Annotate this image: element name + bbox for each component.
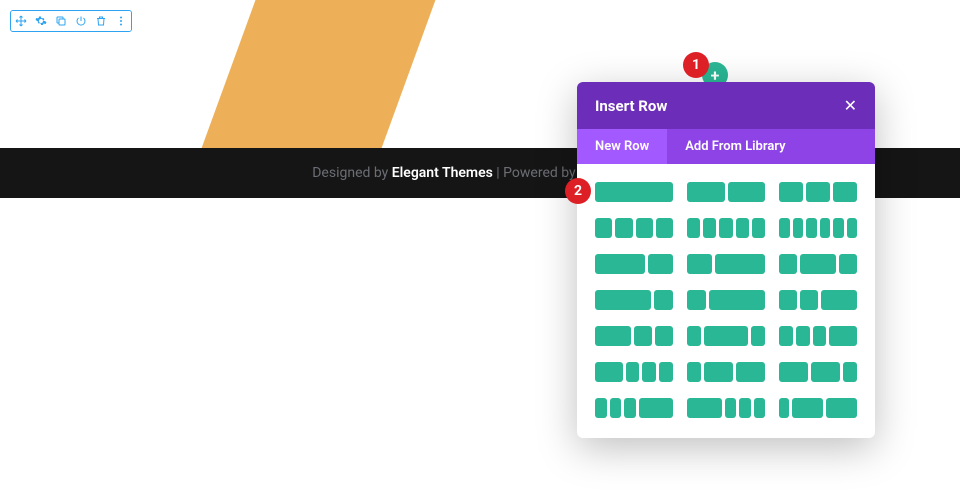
layout-option-2[interactable] bbox=[687, 182, 765, 202]
layout-option-8[interactable] bbox=[687, 254, 765, 274]
layout-option-20[interactable] bbox=[687, 398, 765, 418]
layout-option-17[interactable] bbox=[687, 362, 765, 382]
insert-row-popup: Insert Row ✕ New Row Add From Library bbox=[577, 82, 875, 438]
footer-brand[interactable]: Elegant Themes bbox=[392, 165, 493, 181]
popup-header: Insert Row ✕ bbox=[577, 82, 875, 129]
annotation-2: 2 bbox=[565, 178, 591, 204]
layout-option-3[interactable] bbox=[779, 182, 857, 202]
close-icon[interactable]: ✕ bbox=[844, 96, 857, 115]
tab-new-row[interactable]: New Row bbox=[577, 129, 667, 164]
layout-option-18[interactable] bbox=[779, 362, 857, 382]
layout-option-12[interactable] bbox=[779, 290, 857, 310]
layout-option-11[interactable] bbox=[687, 290, 765, 310]
duplicate-icon[interactable] bbox=[51, 11, 71, 31]
move-icon[interactable] bbox=[11, 11, 31, 31]
layout-option-15[interactable] bbox=[779, 326, 857, 346]
layout-option-13[interactable] bbox=[595, 326, 673, 346]
trash-icon[interactable] bbox=[91, 11, 111, 31]
layout-grid bbox=[595, 182, 857, 418]
decorative-shape bbox=[194, 0, 447, 170]
layout-option-4[interactable] bbox=[595, 218, 673, 238]
section-toolbar bbox=[10, 10, 132, 32]
tab-add-from-library[interactable]: Add From Library bbox=[667, 129, 803, 164]
layout-option-9[interactable] bbox=[779, 254, 857, 274]
popup-tabs: New Row Add From Library bbox=[577, 129, 875, 164]
layout-option-19[interactable] bbox=[595, 398, 673, 418]
layout-option-14[interactable] bbox=[687, 326, 765, 346]
power-icon[interactable] bbox=[71, 11, 91, 31]
layout-option-10[interactable] bbox=[595, 290, 673, 310]
annotation-1: 1 bbox=[683, 52, 709, 78]
popup-body bbox=[577, 164, 875, 438]
popup-title: Insert Row bbox=[595, 97, 667, 115]
layout-option-6[interactable] bbox=[779, 218, 857, 238]
layout-option-5[interactable] bbox=[687, 218, 765, 238]
layout-option-21[interactable] bbox=[779, 398, 857, 418]
layout-option-1[interactable] bbox=[595, 182, 673, 202]
more-icon[interactable] bbox=[111, 11, 131, 31]
layout-option-16[interactable] bbox=[595, 362, 673, 382]
gear-icon[interactable] bbox=[31, 11, 51, 31]
layout-option-7[interactable] bbox=[595, 254, 673, 274]
